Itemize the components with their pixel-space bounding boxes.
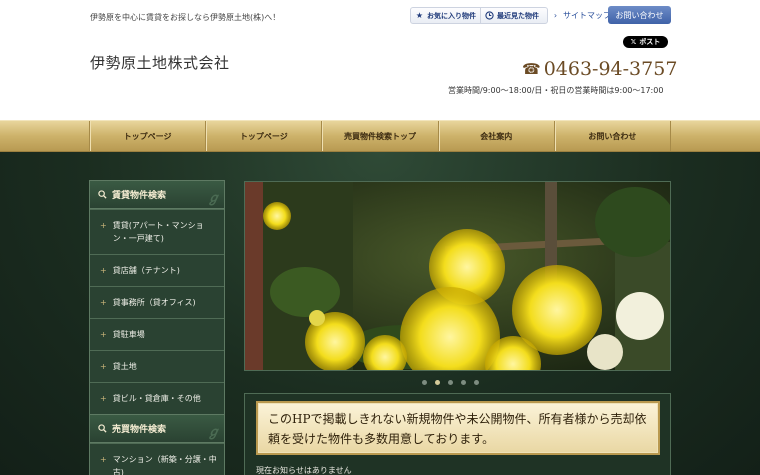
contact-button[interactable]: お問い合わせ (608, 6, 671, 24)
sidebar-item-label: 貸店舗（テナント) (112, 266, 180, 275)
sidebar-item-rental-other[interactable]: + 貸ビル・貸倉庫・その他 (90, 382, 224, 414)
nav-contact[interactable]: お問い合わせ (553, 121, 672, 151)
sidebar-item-label: 貸駐車場 (112, 330, 145, 339)
nav-top-page[interactable]: トップページ (89, 121, 205, 151)
sidebar-item-label: 賃貸(アパート・マンション・一戸建て) (112, 221, 204, 243)
slider-dot-5[interactable] (474, 380, 479, 385)
favorites-label: お気に入り物件 (427, 11, 476, 20)
plus-bullet-icon: + (100, 330, 107, 339)
sidebar-item-rental-residential[interactable]: + 賃貸(アパート・マンション・一戸建て) (90, 209, 224, 254)
business-hours: 営業時間/9:00～18:00/日・祝日の営業時間は9:00～17:00 (448, 86, 664, 95)
sidebar-item-sale-mansion[interactable]: + マンション（新築・分譲・中古) (90, 443, 224, 475)
slider-dot-3[interactable] (448, 380, 453, 385)
global-nav: トップページ トップページ 売買物件検索トップ 会社案内 お問い合わせ (0, 120, 760, 152)
plus-bullet-icon: + (100, 221, 107, 230)
sidebar-item-label: 貸ビル・貸倉庫・その他 (112, 394, 201, 403)
x-post-button[interactable]: 𝕏 ポスト (623, 36, 668, 48)
site-header: 伊勢原を中心に賃貸をお探しなら伊勢原土地(株)へ！ ★ お気に入り物件 最近見た… (0, 0, 760, 120)
sitemap-link[interactable]: › サイトマップ (551, 7, 611, 24)
sidebar-item-label: マンション（新築・分譲・中古) (112, 455, 217, 475)
nav-top-page-2[interactable]: トップページ (205, 121, 321, 151)
nav-sale-search-top[interactable]: 売買物件検索トップ (321, 121, 437, 151)
history-clock-icon (485, 11, 494, 20)
sidebar-item-label: 貸土地 (112, 362, 137, 371)
rental-search-box: 賃貸物件検索 ℊ + 賃貸(アパート・マンション・一戸建て) + 貸店舗（テナン… (89, 180, 225, 415)
recently-viewed-link[interactable]: 最近見た物件 (480, 8, 543, 23)
sale-search-title: 売買物件検索 (112, 425, 167, 435)
star-icon: ★ (415, 11, 424, 20)
favorites-toolbar: ★ お気に入り物件 最近見た物件 (410, 7, 548, 24)
site-tagline: 伊勢原を中心に賃貸をお探しなら伊勢原土地(株)へ！ (90, 13, 281, 22)
plus-bullet-icon: + (100, 266, 107, 275)
plus-bullet-icon: + (100, 298, 107, 307)
sidebar-item-rental-office[interactable]: + 貸事務所（貸オフィス) (90, 286, 224, 318)
x-logo-icon: 𝕏 (630, 38, 637, 46)
slider-pagination (422, 380, 479, 385)
telephone-icon: ☎ (522, 60, 541, 78)
sidebar-item-rental-parking[interactable]: + 貸駐車場 (90, 318, 224, 350)
search-icon (98, 424, 107, 433)
phone-text: 0463-94-3757 (543, 58, 678, 80)
flourish-ornament-icon: ℊ (206, 191, 220, 206)
hero-photo-yellow-chrysanthemums (245, 182, 670, 370)
sale-search-box: 売買物件検索 ℊ + マンション（新築・分譲・中古) (89, 414, 225, 475)
plus-bullet-icon: + (100, 362, 107, 371)
rental-search-title: 賃貸物件検索 (112, 191, 167, 201)
recently-viewed-label: 最近見た物件 (497, 11, 539, 20)
sitemap-label: サイトマップ (563, 11, 611, 20)
favorites-link[interactable]: ★ お気に入り物件 (411, 8, 480, 23)
plus-bullet-icon: + (100, 394, 107, 403)
flourish-ornament-icon: ℊ (206, 425, 220, 440)
sidebar-item-rental-store[interactable]: + 貸店舗（テナント) (90, 254, 224, 286)
plus-bullet-icon: + (100, 455, 107, 464)
phone-number: ☎ 0463-94-3757 (522, 58, 677, 80)
search-icon (98, 190, 107, 199)
slider-dot-2[interactable] (435, 380, 440, 385)
company-logo-name[interactable]: 伊勢原土地株式会社 (90, 52, 230, 73)
x-post-label: ポスト (639, 38, 661, 46)
chevron-right-icon: › (553, 11, 558, 20)
sidebar-item-rental-land[interactable]: + 貸土地 (90, 350, 224, 382)
sale-search-header: 売買物件検索 ℊ (90, 415, 224, 443)
news-notice-text: 現在お知らせはありません (256, 466, 352, 475)
unlisted-properties-banner[interactable]: このHPで掲載しきれない新規物件や未公開物件、所有者様から売却依頼を受けた物件も… (256, 401, 660, 455)
sidebar-item-label: 貸事務所（貸オフィス) (112, 298, 196, 307)
rental-search-header: 賃貸物件検索 ℊ (90, 181, 224, 209)
slider-dot-4[interactable] (461, 380, 466, 385)
slider-dot-1[interactable] (422, 380, 427, 385)
nav-company-info[interactable]: 会社案内 (437, 121, 554, 151)
hero-slider[interactable] (244, 181, 671, 371)
